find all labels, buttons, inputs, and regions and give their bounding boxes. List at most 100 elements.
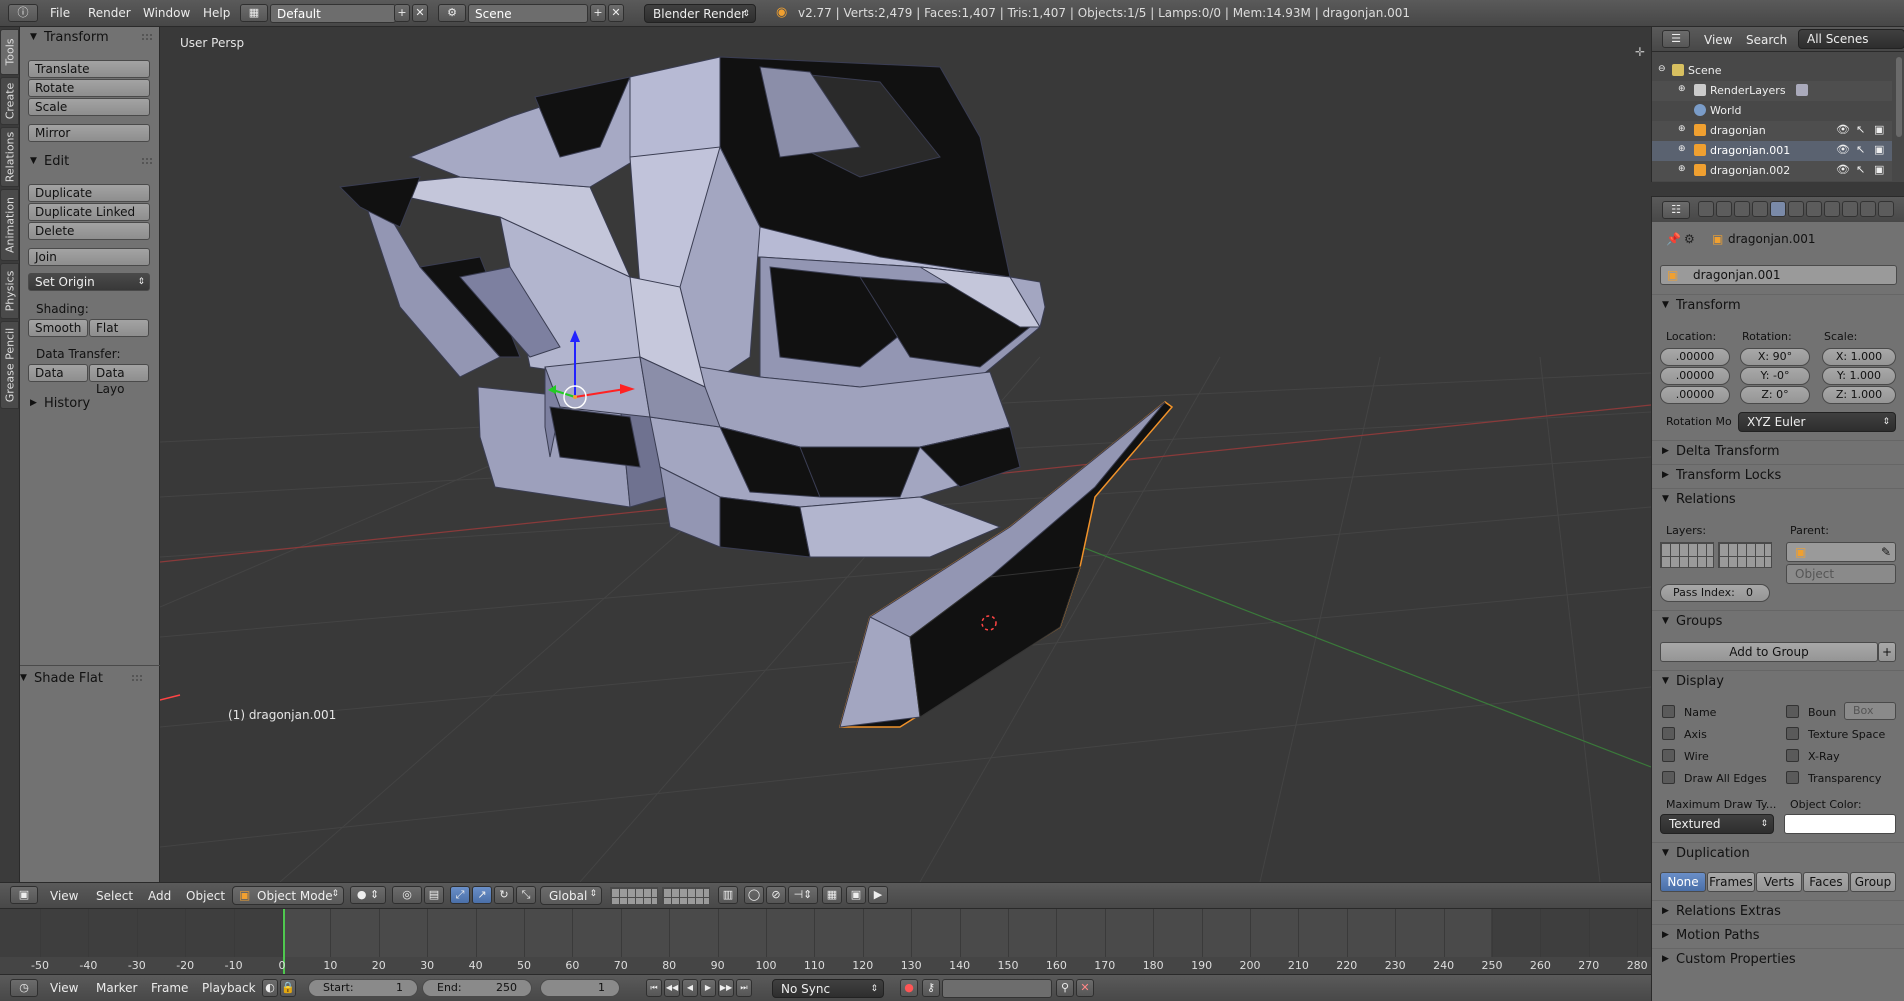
menu-view[interactable]: View [50,889,78,903]
transform-orientation-select[interactable]: Global ⇕ [540,886,602,905]
menu-add[interactable]: Add [148,889,171,903]
display-transparency-checkbox[interactable] [1786,771,1799,784]
outliner-row-dragonjan-001[interactable]: ⊕ dragonjan.001 👁 ↖ ▣ [1652,141,1892,161]
layout-name-field[interactable]: Default [270,4,396,23]
menu-object[interactable]: Object [186,889,225,903]
tab-relations[interactable]: Relations [0,127,19,187]
props-panel-custom-properties[interactable]: ▶ Custom Properties [1652,948,1904,970]
menu-help[interactable]: Help [203,6,230,20]
render-anim-icon[interactable]: ▶ [868,886,888,904]
sync-mode-select[interactable]: No Sync ⇕ [772,979,884,998]
display-all-edges-checkbox[interactable] [1662,771,1675,784]
display-name-checkbox[interactable] [1662,705,1675,718]
rotation-y-field[interactable]: Y: -0° [1740,367,1810,385]
panel-grip-icon[interactable] [142,34,152,40]
scene-icon[interactable]: ⚙ [438,4,466,22]
jump-keyframe-forward-icon[interactable]: ▶▶ [718,979,734,997]
menu-marker[interactable]: Marker [96,981,137,995]
scene-layers-b[interactable] [662,887,710,905]
outliner-scrollbar[interactable] [1896,57,1902,137]
jump-start-icon[interactable]: ⏮ [646,979,662,997]
scale-manipulator-icon[interactable]: ⤡ [516,886,536,904]
props-panel-transform[interactable]: ▼ Transform [1652,294,1904,316]
pin-icon[interactable]: 📌 [1666,232,1681,246]
translate-manipulator-icon[interactable]: ↗ [472,886,492,904]
parent-field[interactable]: ▣ ✎ [1786,542,1896,562]
add-layout-icon[interactable]: + [394,4,410,22]
panel-grip-icon[interactable] [132,675,142,681]
eyedropper-icon[interactable]: ✎ [1881,543,1891,561]
set-origin-select[interactable]: Set Origin ⇕ [28,273,150,291]
bounds-type-select[interactable]: Box [1844,702,1896,720]
location-x-field[interactable]: .00000 [1660,348,1730,366]
play-icon[interactable]: ▶ [700,979,716,997]
scale-y-field[interactable]: Y: 1.000 [1822,367,1896,385]
visibility-eye-icon[interactable]: 👁 [1836,123,1850,136]
panel-edit[interactable]: ▼ Edit [20,151,160,173]
viewport-shading-icon[interactable]: ● ⇕ [350,886,386,904]
props-panel-relations-extras[interactable]: ▶ Relations Extras [1652,900,1904,922]
outliner-menu-search[interactable]: Search [1746,33,1787,47]
panel-last-operator[interactable]: ▼ Shade Flat [10,668,150,690]
scale-button[interactable]: Scale [28,98,150,116]
rotate-manipulator-icon[interactable]: ↻ [494,886,514,904]
panel-transform[interactable]: ▼ Transform [20,27,160,49]
display-texture-space-checkbox[interactable] [1786,727,1799,740]
scene-layers-a[interactable] [610,887,658,905]
world-tab-icon[interactable] [1752,201,1768,217]
visibility-eye-icon[interactable]: 👁 [1836,163,1850,176]
props-panel-display[interactable]: ▼ Display [1652,670,1904,692]
duplication-group-button[interactable]: Group [1850,872,1896,892]
data-layout-button[interactable]: Data Layo [89,364,149,396]
data-tab-icon[interactable] [1824,201,1840,217]
props-panel-groups[interactable]: ▼ Groups [1652,610,1904,632]
keying-set-field[interactable] [942,979,1052,998]
new-group-plus-icon[interactable]: + [1878,642,1896,662]
pass-index-field[interactable]: Pass Index: 0 [1660,584,1770,602]
keying-set-icon[interactable]: ⚷ [922,979,940,997]
display-axis-checkbox[interactable] [1662,727,1675,740]
menu-frame[interactable]: Frame [151,981,188,995]
material-tab-icon[interactable] [1842,201,1858,217]
delete-scene-icon[interactable]: ✕ [608,4,624,22]
proportional-edit-icon[interactable]: ◯ [744,886,764,904]
editor-type-timeline-icon[interactable]: ◷ [10,979,38,997]
jump-keyframe-back-icon[interactable]: ◀◀ [664,979,680,997]
outliner-display-mode-select[interactable]: All Scenes [1798,29,1904,49]
timeline-track[interactable] [0,909,1651,975]
props-panel-duplication[interactable]: ▼ Duplication [1652,842,1904,864]
scale-x-field[interactable]: X: 1.000 [1822,348,1896,366]
auto-keying-record-icon[interactable]: ● [900,979,918,997]
mirror-button[interactable]: Mirror [28,124,150,142]
props-panel-delta-transform[interactable]: ▶ Delta Transform [1652,440,1904,462]
props-panel-motion-paths[interactable]: ▶ Motion Paths [1652,924,1904,946]
duplication-verts-button[interactable]: Verts [1756,872,1802,892]
object-layers-b[interactable] [1718,542,1772,568]
renderable-camera-icon[interactable]: ▣ [1874,143,1884,156]
expand-icon[interactable]: ⊕ [1678,144,1686,154]
modifiers-tab-icon[interactable] [1806,201,1822,217]
expand-icon[interactable]: ⊕ [1678,124,1686,134]
display-bounds-checkbox[interactable] [1786,705,1799,718]
rotation-x-field[interactable]: X: 90° [1740,348,1810,366]
editor-type-outliner-icon[interactable]: ☰ [1662,30,1690,48]
lock-icon[interactable]: 🔒 [280,979,296,997]
tab-animation[interactable]: Animation [0,189,19,261]
tab-grease-pencil[interactable]: Grease Pencil [0,321,19,409]
menu-timeline-view[interactable]: View [50,981,78,995]
rotation-mode-select[interactable]: XYZ Euler ⇕ [1738,412,1896,432]
props-panel-transform-locks[interactable]: ▶ Transform Locks [1652,464,1904,486]
outliner-menu-view[interactable]: View [1704,33,1732,47]
scale-z-field[interactable]: Z: 1.000 [1822,386,1896,404]
snap-target-icon[interactable]: ▦ [822,886,842,904]
editor-type-properties-icon[interactable]: ☷ [1662,201,1690,219]
pivot-point-icon[interactable]: ◎ [392,886,422,904]
add-to-group-button[interactable]: Add to Group [1660,642,1878,662]
keyframe-icon[interactable]: ◐ [262,979,278,997]
menu-render[interactable]: Render [88,6,131,20]
screen-layout-icon[interactable]: ▦ [240,4,268,22]
smooth-button[interactable]: Smooth [28,319,88,337]
tab-tools[interactable]: Tools [0,29,19,75]
interaction-mode-select[interactable]: ▣ Object Mode ⇕ [232,886,344,905]
outliner-row-dragonjan[interactable]: ⊕ dragonjan 👁 ↖ ▣ [1652,121,1892,141]
